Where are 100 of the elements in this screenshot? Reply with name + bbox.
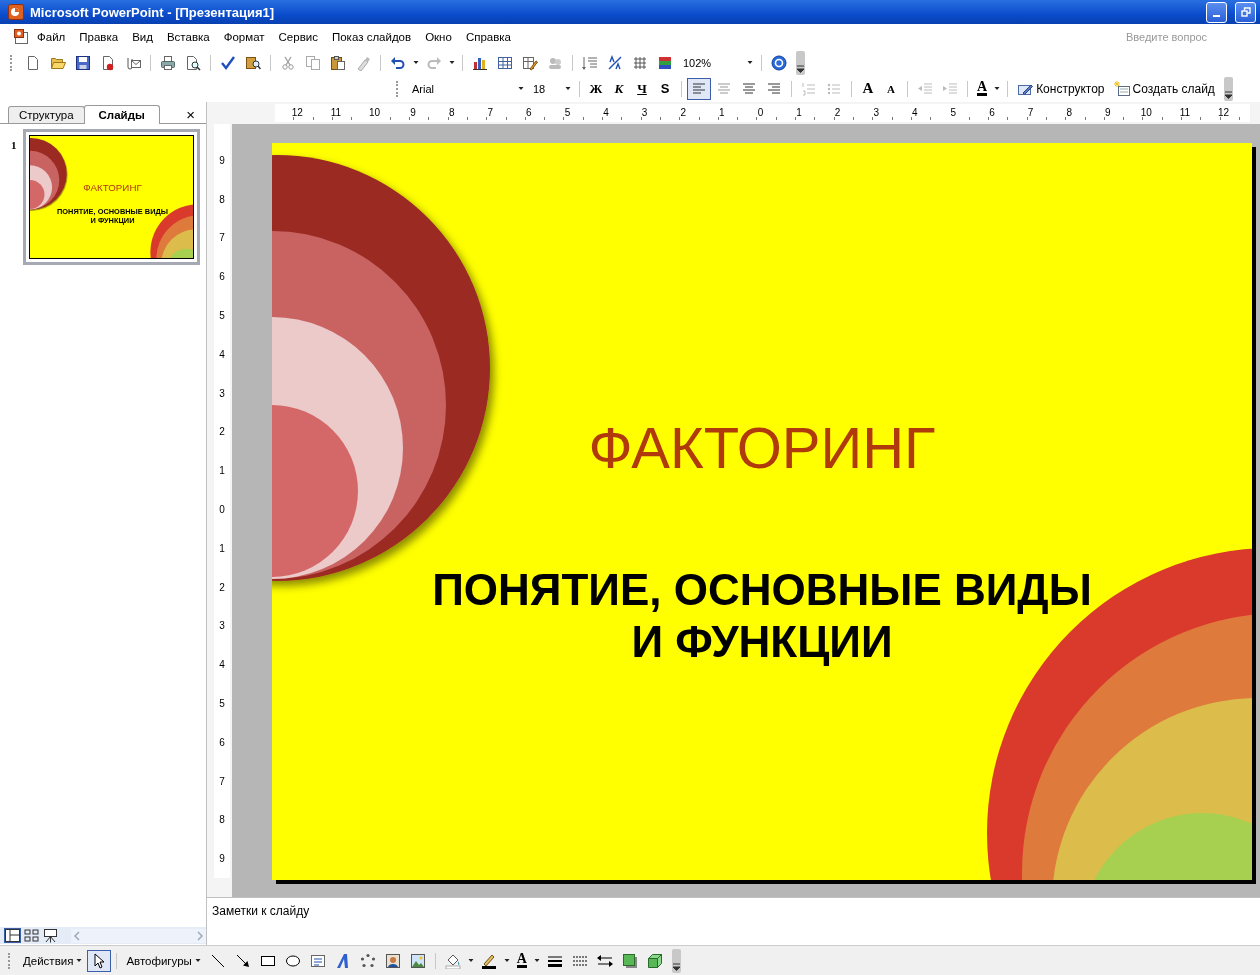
caret-icon (747, 59, 753, 66)
slide-title: ФАКТОРИНГ (82, 181, 142, 194)
pane-tab[interactable]: Слайды (83, 105, 160, 124)
scroll-right-icon (194, 928, 206, 943)
menu-item[interactable]: Сервис (271, 29, 325, 45)
ruler-number: 7 (218, 231, 226, 246)
ruler-number: 2 (833, 106, 842, 120)
wordart-icon (334, 952, 351, 969)
ruler-number: 8 (218, 813, 226, 828)
brush-icon (355, 54, 371, 71)
lines-icon (741, 80, 757, 97)
checkmark-icon (220, 54, 236, 71)
lines-icon (716, 80, 732, 97)
table-pencil-icon (522, 54, 538, 71)
menu-item[interactable]: Файл (30, 29, 73, 45)
toolbar-options-button[interactable] (1223, 76, 1233, 101)
copy-icon (305, 54, 321, 71)
toolbar-options-button[interactable] (671, 948, 681, 973)
new-slide-button[interactable]: Создать слайд (1109, 77, 1219, 100)
close-pane-button[interactable]: × (183, 107, 198, 123)
increase-font-button[interactable]: A (857, 77, 879, 100)
pane-tab[interactable]: Структура (8, 106, 85, 123)
document-icon (14, 29, 30, 45)
font-color-button[interactable]: A (973, 77, 992, 100)
ruler-number: 12 (1217, 106, 1231, 120)
ruler-number: 8 (218, 192, 226, 207)
horizontal-scrollbar[interactable] (71, 928, 206, 943)
ruler-number: 8 (1065, 106, 1073, 120)
italic-button[interactable]: К (608, 77, 630, 100)
normal-view-button[interactable] (4, 928, 21, 943)
menu-item[interactable]: Формат (216, 29, 272, 45)
toolbar-options-button[interactable] (796, 50, 805, 75)
dots-circle-icon (359, 952, 376, 969)
numbered-list-icon (801, 80, 817, 97)
text-box-icon (309, 952, 326, 969)
font-color-button[interactable]: A (512, 949, 531, 972)
notes-pane[interactable]: Заметки к слайду (207, 897, 1260, 945)
outdent-icon (917, 80, 933, 97)
menu-item[interactable]: Правка (72, 29, 126, 45)
double-arrow-icon (596, 952, 613, 969)
ruler-number: 2 (218, 425, 226, 440)
ruler-number: 3 (640, 106, 649, 120)
window-title: Microsoft PowerPoint - [Презентация1] (30, 4, 276, 20)
clip-art-icon (384, 952, 401, 969)
menu-item[interactable]: Справка (458, 29, 518, 45)
menu-item[interactable]: Показ слайдов (324, 29, 419, 45)
list-icon (582, 54, 598, 71)
align-left-button[interactable] (687, 77, 711, 100)
decrease-font-button[interactable]: A (880, 77, 902, 100)
caret-icon (76, 957, 83, 964)
shadow-button[interactable]: S (654, 77, 676, 100)
ruler-number: 9 (1104, 106, 1112, 120)
cube-icon (646, 952, 663, 969)
bold-button[interactable]: Ж (585, 77, 607, 100)
lines-icon (766, 80, 782, 97)
menu-item[interactable]: Окно (418, 29, 459, 45)
ruler-number: 4 (218, 658, 226, 673)
design-button[interactable]: Конструктор (1013, 77, 1109, 100)
document-icon (100, 54, 116, 71)
clipboard-icon (330, 54, 346, 71)
book-icon (245, 54, 261, 71)
chevron-icon (1224, 90, 1232, 99)
ruler-number: 2 (218, 580, 226, 595)
caret-icon (467, 957, 474, 964)
ruler-number: 6 (218, 270, 226, 285)
underline-button[interactable]: Ч (631, 77, 653, 100)
ruler-number: 1 (218, 541, 226, 556)
minimize-button[interactable] (1206, 1, 1227, 23)
scroll-left-icon (71, 928, 83, 943)
left-circles-drawing (29, 138, 67, 210)
lines-icon (691, 80, 707, 97)
grid-icon (24, 928, 39, 943)
ruler-number: 5 (218, 697, 226, 712)
caret-icon (503, 957, 510, 964)
ruler-number: 4 (911, 106, 919, 120)
slide-sorter-button[interactable] (23, 928, 40, 943)
ruler-number: 7 (218, 774, 226, 789)
grid-icon (632, 54, 648, 71)
caret-icon (518, 85, 524, 92)
printer-icon (160, 54, 176, 71)
slide-number: 1 (11, 138, 17, 153)
ruler-number: 5 (218, 309, 226, 324)
normal-view-icon (5, 928, 20, 943)
ruler-number: 2 (679, 106, 687, 120)
ruler-number: 11 (1178, 106, 1192, 120)
ruler-number: 5 (563, 106, 572, 120)
redo-icon (426, 54, 442, 71)
select-tool-button[interactable] (87, 949, 112, 972)
ruler-number: 0 (756, 106, 765, 120)
ruler-number: 1 (795, 106, 803, 120)
notes-placeholder: Заметки к слайду (212, 904, 310, 918)
autoshapes-menu[interactable]: Автофигуры (122, 952, 205, 969)
ruler-number: 6 (218, 735, 226, 750)
slide-show-button[interactable] (42, 928, 59, 943)
chevron-icon (797, 64, 804, 73)
menu-item[interactable]: Вставка (159, 29, 217, 45)
shadow-square-icon (621, 952, 638, 969)
restore-button[interactable] (1235, 1, 1256, 23)
menu-item[interactable]: Вид (125, 29, 160, 45)
actions-menu[interactable]: Действия (19, 952, 87, 969)
